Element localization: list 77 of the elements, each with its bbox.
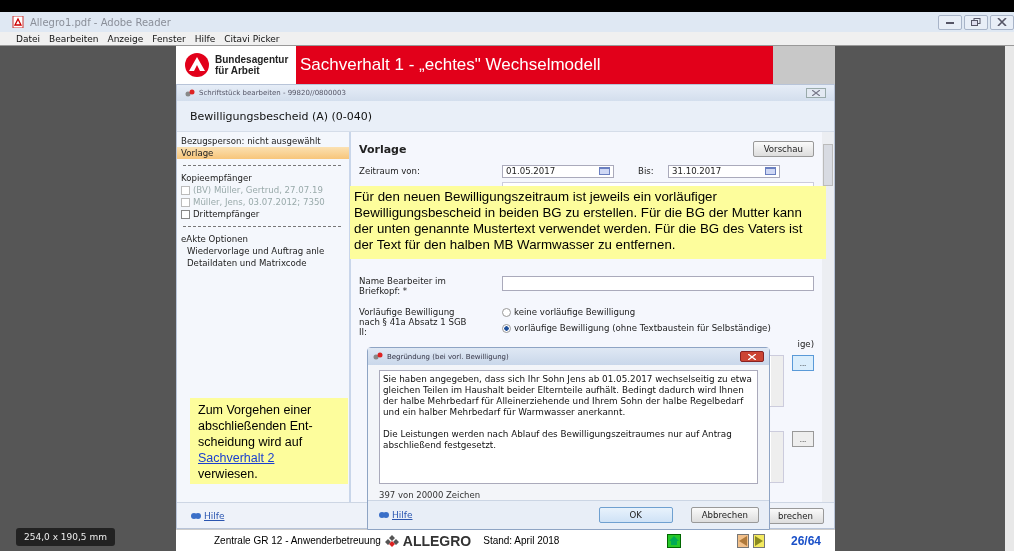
- checkbox-label: Drittempfänger: [193, 209, 260, 219]
- help-link[interactable]: Hilfe: [191, 510, 225, 521]
- radio-label: ige): [797, 339, 814, 349]
- minimize-button[interactable]: [938, 14, 962, 30]
- calendar-icon: [765, 167, 776, 175]
- document-heading: Bewilligungsbescheid (A) (0-040): [177, 101, 834, 132]
- ok-button[interactable]: OK: [598, 507, 673, 523]
- help-link[interactable]: Hilfe: [379, 510, 413, 520]
- help-icon: [191, 511, 201, 520]
- allegro-logo-icon: [384, 534, 399, 547]
- date-field[interactable]: 01.05.2017: [502, 164, 614, 178]
- window-title: Allegro1.pdf - Adobe Reader: [30, 16, 171, 28]
- close-icon: [748, 353, 756, 360]
- close-icon: [997, 18, 1007, 26]
- radio-label: vorläufige Bewilligung (ohne Textbaustein für Selbständige): [514, 323, 771, 333]
- menu-item[interactable]: Anzeige: [107, 33, 144, 44]
- brand-name: ALLEGRO: [402, 532, 472, 549]
- right-arrow-icon: [754, 535, 763, 546]
- logo-icon: [185, 53, 209, 77]
- cancel-button[interactable]: Abbrechen: [690, 507, 759, 523]
- nav-item[interactable]: Vorlage: [177, 147, 349, 159]
- nav-item[interactable]: Detaildaten und Matrixcode: [177, 257, 349, 269]
- menu-item[interactable]: Citavi Picker: [224, 33, 280, 44]
- field-label: Vorläufige Bewilligung nach § 41a Absatz 1 SGB II:: [359, 307, 468, 339]
- page-size-label: 254,0 x 190,5 mm: [16, 528, 115, 546]
- checkbox-label: (BV) Müller, Gertrud, 27.07.19: [193, 185, 323, 195]
- note-callout: Für den neuen Bewilligungszeitraum ist jeweils ein vorläufiger Bewilligungsbescheid in beiden BG zu erstellen. Für die BG der Mutter kann der unten genannte Mustertext verwendet werden. Für die BG des Vaters ist der Text für den halben MB Warmwasser zu entfernen.: [350, 186, 826, 259]
- character-counter: 397 von 20000 Zeichen: [379, 490, 482, 500]
- app-icon: [373, 352, 383, 361]
- field-label: Bis:: [638, 166, 655, 176]
- organization-name: Bundesagentur für Arbeit: [215, 54, 289, 76]
- page-number: 26/64: [790, 533, 821, 548]
- more-button[interactable]: ...: [792, 431, 814, 447]
- calendar-icon: [599, 167, 610, 175]
- nav-item[interactable]: Bezugsperson: nicht ausgewählt: [177, 135, 349, 147]
- home-icon: [668, 536, 679, 545]
- menu-item[interactable]: Datei: [16, 33, 40, 44]
- footer-text: Zentrale GR 12 - Anwenderbetreuung: [214, 535, 381, 546]
- restore-icon: [971, 18, 981, 26]
- link[interactable]: Sachverhalt 2: [198, 451, 275, 465]
- cancel-button[interactable]: brechen: [767, 507, 824, 524]
- pdf-icon: [12, 16, 24, 28]
- radio-button[interactable]: [502, 323, 511, 333]
- note-callout: Zum Vorgehen einer abschließenden Ent- scheidung wird auf Sachverhalt 2 verwiesen.: [190, 398, 348, 484]
- help-icon: [379, 511, 389, 519]
- menu-item[interactable]: Bearbeiten: [49, 33, 99, 44]
- close-icon: [812, 90, 820, 96]
- home-button[interactable]: [666, 533, 681, 548]
- close-button[interactable]: [740, 351, 764, 362]
- nav-item[interactable]: Wiedervorlage und Auftrag anle: [177, 245, 349, 257]
- radio-button[interactable]: [502, 307, 511, 317]
- field-label: Name Bearbeiter im Briefkopf: *: [359, 276, 447, 296]
- checkbox[interactable]: [181, 209, 190, 219]
- section-title: Vorlage: [359, 142, 407, 156]
- close-button[interactable]: [990, 14, 1014, 30]
- text-area[interactable]: Sie haben angegeben, dass sich Ihr Sohn Jens ab 01.05.2017 wechselseitig zu etwa gleichen Teilen im Haushalt beider Elternteile aufhält. Bedingt dadurch wird Ihnen der halbe Mehrbedarf für Alleinerziehende und Ihrem Sohn der halbe Regelbedarf und ein halber Mehrbedarf für Warmwasser anerkannt. Die Leistungen werden nach Ablauf des Bewilligungszeitraumes nur auf Antrag abschließend festgesetzt.: [379, 370, 758, 484]
- menu-item[interactable]: Hilfe: [194, 33, 216, 44]
- left-arrow-icon: [738, 535, 747, 546]
- checkbox-label: Müller, Jens, 03.07.2012; 7350: [193, 197, 325, 207]
- preview-button[interactable]: Vorschau: [752, 141, 814, 157]
- scrollbar[interactable]: [1005, 46, 1014, 551]
- name-input-field[interactable]: [502, 276, 814, 291]
- date-field[interactable]: 31.10.2017: [668, 164, 780, 178]
- next-page-button[interactable]: [752, 533, 765, 548]
- more-button[interactable]: ...: [792, 355, 814, 371]
- menu-item[interactable]: Fenster: [152, 33, 186, 44]
- field-label: Zeitraum von:: [359, 166, 421, 176]
- previous-page-button[interactable]: [736, 533, 749, 548]
- radio-label: keine vorläufige Bewilligung: [514, 307, 636, 317]
- scrollbar[interactable]: [822, 132, 834, 502]
- header-panel: [773, 46, 835, 84]
- restore-button[interactable]: [964, 14, 988, 30]
- nav-heading: Kopieempfänger: [180, 172, 253, 184]
- nav-heading: eAkte Optionen: [180, 233, 249, 245]
- footer-text: Stand: April 2018: [483, 535, 560, 546]
- app-icon: [185, 88, 195, 98]
- title-banner: Sachverhalt 1 - „echtes" Wechselmodell: [296, 46, 773, 84]
